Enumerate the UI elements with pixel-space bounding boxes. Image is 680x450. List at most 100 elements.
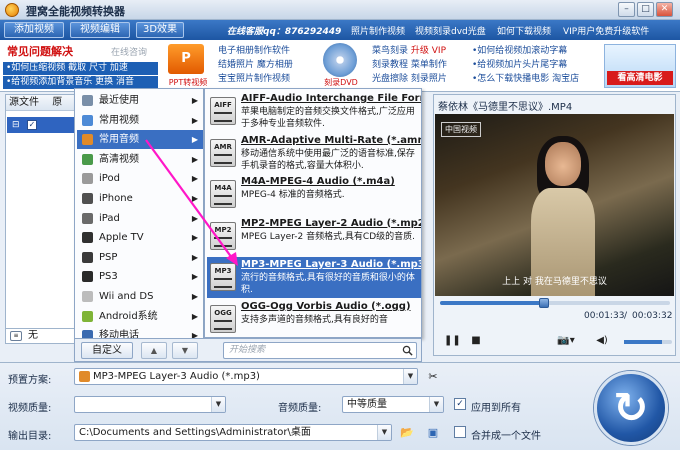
photo-video-link[interactable]: 照片制作视频 (351, 24, 405, 37)
file-checkbox[interactable]: ✓ (27, 120, 37, 130)
chevron-right-icon: ▶ (191, 115, 198, 125)
chevron-right-icon: ▶ (191, 154, 198, 164)
category-item[interactable]: 最近使用 ▶ (77, 91, 203, 110)
category-item[interactable]: PSP ▶ (77, 248, 203, 267)
burn-tutorial-link[interactable]: 刻录教程 (372, 60, 408, 70)
edit-video-button[interactable]: 视频编辑 (70, 22, 130, 38)
original-column[interactable]: 原 (52, 97, 62, 108)
baby-link[interactable]: 宝宝照片制作视频 (218, 72, 293, 86)
maximize-button[interactable]: □ (637, 2, 654, 17)
ppt-to-video-ad[interactable]: P PPT转视频 (162, 44, 212, 90)
format-icon-label: MP2 (214, 225, 232, 234)
close-button[interactable]: ✕ (656, 2, 673, 17)
category-item[interactable]: iPod ▶ (77, 169, 203, 188)
volume-icon[interactable]: ◀) (594, 333, 610, 349)
custom-button[interactable]: 自定义 (81, 342, 133, 359)
browse-folder-icon[interactable]: 📂 (398, 424, 416, 441)
format-search-input[interactable]: 开始搜索 (223, 342, 417, 359)
volume-slider[interactable] (624, 340, 672, 344)
output-dir-input[interactable]: C:\Documents and Settings\Administrator\… (74, 424, 392, 441)
format-item[interactable]: M4A M4A-MPEG-4 Audio (*.m4a) MPEG-4 标准的音频格… (207, 174, 421, 215)
category-item[interactable]: Apple TV ▶ (77, 228, 203, 247)
qvod-taobao-link[interactable]: •怎么下载快播电影 淘宝店 (472, 72, 579, 86)
category-item[interactable]: 高清视频 ▶ (77, 150, 203, 169)
video-frame[interactable]: 中国视频 上上 对 我在马德里不思议 (435, 114, 674, 296)
minimize-button[interactable]: – (618, 2, 635, 17)
category-item[interactable]: Wii and DS ▶ (77, 287, 203, 306)
format-icon-label: MP3 (214, 267, 232, 275)
file-row[interactable]: ⊟ ✓ (7, 117, 74, 133)
category-item-label: PS3 (99, 271, 118, 283)
vip-link[interactable]: 升级 VIP (411, 46, 446, 56)
menu-make-link[interactable]: 菜单制作 (411, 60, 447, 70)
pause-icon[interactable]: ❚❚ (444, 333, 461, 349)
hd-movie-label: 看高清电影 (607, 71, 673, 85)
ipad-icon (82, 212, 93, 224)
add-video-button[interactable]: 添加视频 (4, 22, 64, 38)
subtitle-select[interactable]: ≡ 无 (5, 328, 75, 344)
settings-tools-icon[interactable]: ✂ (424, 368, 442, 385)
faq-link-compress[interactable]: •如何压缩视频 截取 尺寸 加速 (3, 62, 158, 75)
hd-movie-ad[interactable]: 看高清电影 (604, 44, 676, 88)
format-description: 移动通信系统中使用最广泛的语音标准,保存手机录音的格式,容量大体积小. (241, 148, 415, 171)
chevron-down-icon[interactable]: ▼ (429, 397, 443, 412)
scroll-down-button[interactable]: ▼ (172, 342, 198, 359)
expand-icon[interactable]: ⊟ (12, 120, 20, 130)
category-item[interactable]: 常用视频 ▶ (77, 111, 203, 130)
preset-select[interactable]: MP3-MPEG Layer-3 Audio (*.mp3) ▼ (74, 368, 418, 385)
chevron-down-icon[interactable]: ▼ (377, 425, 391, 440)
video-quality-select[interactable]: ▼ (74, 396, 226, 413)
burn-photo-link[interactable]: 刻录照片 (411, 74, 447, 84)
format-item[interactable]: AIFF AIFF-Audio Interchange File Format (… (207, 91, 421, 132)
seek-handle[interactable] (538, 298, 549, 308)
search-icon[interactable] (402, 345, 413, 356)
format-icon-label: M4A (214, 184, 232, 192)
burn-dvd-ad[interactable]: 刻录DVD (316, 43, 366, 89)
seek-bar[interactable] (440, 301, 670, 305)
vip-upgrade-link[interactable]: VIP用户免费升级软件 (563, 24, 649, 37)
format-item[interactable]: AMR AMR-Adaptive Multi-Rate (*.amr) 移动通信系统… (207, 133, 421, 174)
online-consult-link[interactable]: 在线咨询 (111, 45, 147, 58)
chevron-right-icon: ▶ (191, 213, 198, 223)
category-item[interactable]: iPhone ▶ (77, 189, 203, 208)
album-link[interactable]: 电子相册制作软件 (218, 44, 293, 58)
open-folder-icon[interactable]: ▣ (424, 424, 442, 441)
category-item-label: 高清视频 (99, 153, 139, 165)
disc-erase-link[interactable]: 光盘擦除 (372, 74, 408, 84)
snapshot-icon[interactable]: 📷▾ (554, 333, 578, 349)
format-icon-label: AMR (214, 142, 232, 151)
format-name: MP2-MPEG Layer-2 Audio (*.mp2) (241, 217, 422, 229)
effect-3d-button[interactable]: 3D效果 (136, 22, 184, 38)
burn-link[interactable]: 菜鸟刻录 (372, 46, 408, 56)
window-title: 狸窝全能视频转换器 (26, 5, 125, 18)
file-list-header: 源文件 原 (6, 95, 74, 111)
scroll-up-button[interactable]: ▲ (141, 342, 167, 359)
category-item[interactable]: 常用音频 ▶ (77, 130, 203, 150)
apply-all-checkbox[interactable]: ✓ (454, 398, 466, 410)
source-file-column[interactable]: 源文件 (9, 97, 39, 108)
stop-icon[interactable]: ■ (468, 333, 484, 349)
faq-title[interactable]: 常见问题解决 (7, 43, 73, 59)
format-item[interactable]: MP2 MP2-MPEG Layer-2 Audio (*.mp2) MPEG La… (207, 216, 421, 257)
time-current: 00:01:33 (584, 311, 625, 321)
category-item[interactable]: iPad ▶ (77, 209, 203, 228)
download-video-link[interactable]: 如何下载视频 (497, 24, 551, 37)
format-icon-label: AIFF (214, 101, 232, 109)
merge-checkbox[interactable] (454, 426, 466, 438)
title-subtitle-link[interactable]: •给视频加片头片尾字幕 (472, 58, 579, 72)
scroll-subtitle-link[interactable]: •如何给视频加滚动字幕 (472, 44, 579, 58)
wedding-link[interactable]: 结婚照片 魔方相册 (218, 58, 293, 72)
chevron-down-icon[interactable]: ▼ (211, 397, 225, 412)
merge-label: 合并成一个文件 (471, 431, 541, 442)
convert-button[interactable]: ↻ (594, 371, 668, 445)
ppt-icon: P (168, 44, 204, 74)
category-item[interactable]: Android系统 ▶ (77, 307, 203, 326)
file-list[interactable]: 源文件 原 ⊟ ✓ (5, 94, 75, 344)
audio-quality-select[interactable]: 中等质量 ▼ (342, 396, 444, 413)
category-item[interactable]: PS3 ▶ (77, 267, 203, 286)
format-item[interactable]: OGG OGG-Ogg Vorbis Audio (*.ogg) 支持多声道的音频格… (207, 299, 421, 338)
dvd-burn-link[interactable]: 视频刻录dvd光盘 (415, 24, 486, 37)
chevron-down-icon[interactable]: ▼ (403, 369, 417, 384)
format-item[interactable]: MP3 MP3-MPEG Layer-3 Audio (*.mp3) 流行的音频格式… (207, 257, 421, 298)
category-menu: 最近使用 ▶ 常用视频 ▶ 常用音频 ▶ 高清视频 ▶ iPod ▶ iPhone ▶ iPad ▶ App… (74, 88, 204, 358)
